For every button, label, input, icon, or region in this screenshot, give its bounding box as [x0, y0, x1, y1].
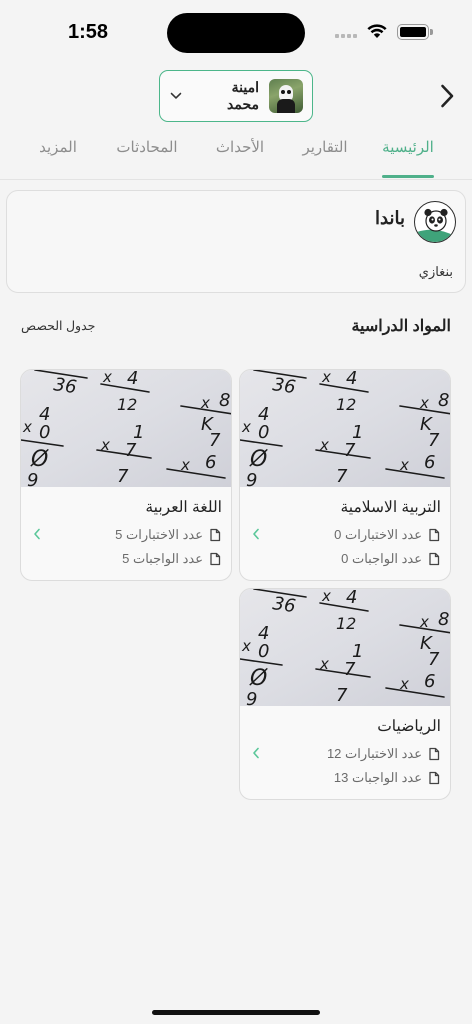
subject-title: الرياضيات [377, 718, 441, 735]
document-icon [429, 747, 440, 761]
subject-card[interactable]: الرياضيات عدد الاختبارات 12 عدد الواجبات… [239, 588, 451, 800]
exams-count: عدد الاختبارات 12 [327, 746, 441, 762]
homework-count-label: عدد الواجبات 5 [122, 551, 203, 566]
home-indicator[interactable] [152, 1010, 320, 1015]
chevron-left-icon[interactable] [33, 528, 41, 540]
tab-more[interactable]: المزيد [39, 138, 77, 156]
subjects-section-title: المواد الدراسية [351, 318, 451, 335]
exams-count-label: عدد الاختبارات 5 [115, 527, 203, 542]
chevron-down-icon [170, 92, 182, 99]
status-bar: 1:58 [0, 0, 472, 62]
subject-card[interactable]: اللغة العربية عدد الاختبارات 5 عدد الواج… [20, 369, 232, 581]
tab-chats[interactable]: المحادثات [116, 138, 177, 156]
chevron-left-icon[interactable] [252, 747, 260, 759]
wifi-icon [367, 24, 387, 38]
document-icon [429, 528, 440, 542]
status-time: 1:58 [68, 21, 109, 43]
subject-card[interactable]: التربية الاسلامية عدد الاختبارات 0 عدد ا… [239, 369, 451, 581]
school-logo [414, 201, 456, 243]
homework-count: عدد الواجبات 0 [341, 551, 441, 567]
student-name: امينة محمد [227, 79, 259, 112]
cellular-signal-icon [335, 34, 357, 38]
class-schedule-link[interactable]: جدول الحصص [21, 318, 95, 333]
subject-title: التربية الاسلامية [340, 499, 441, 516]
exams-count: عدد الاختبارات 0 [334, 527, 441, 543]
active-tab-indicator [382, 175, 434, 178]
subject-title: اللغة العربية [145, 499, 222, 516]
tab-home[interactable]: الرئيسية [382, 138, 434, 156]
exams-count-label: عدد الاختبارات 12 [326, 746, 422, 761]
document-icon [429, 771, 440, 785]
subject-image [240, 589, 450, 706]
document-icon [210, 528, 221, 542]
divider [0, 179, 472, 180]
school-name: باندا [375, 208, 405, 228]
document-icon [210, 552, 221, 566]
exams-count-label: عدد الاختبارات 0 [334, 527, 422, 542]
subject-image [21, 370, 231, 487]
school-card[interactable]: باندا بنغازي [6, 190, 466, 293]
student-avatar [269, 79, 303, 113]
document-icon [429, 552, 440, 566]
dynamic-island [167, 13, 305, 53]
homework-count-label: عدد الواجبات 13 [333, 770, 422, 785]
tab-bar: الرئيسية التقارير الأحداث المحادثات المز… [0, 138, 472, 180]
homework-count-label: عدد الواجبات 0 [341, 551, 422, 566]
chevron-left-icon[interactable] [252, 528, 260, 540]
subject-image [240, 370, 450, 487]
homework-count: عدد الواجبات 13 [334, 770, 441, 786]
tab-events[interactable]: الأحداث [216, 138, 264, 156]
school-city: بنغازي [418, 264, 453, 279]
battery-icon [397, 24, 433, 40]
student-selector[interactable]: امينة محمد [159, 70, 313, 122]
chevron-right-icon[interactable] [440, 84, 454, 108]
tab-reports[interactable]: التقارير [302, 138, 347, 156]
homework-count: عدد الواجبات 5 [122, 551, 222, 567]
exams-count: عدد الاختبارات 5 [115, 527, 222, 543]
